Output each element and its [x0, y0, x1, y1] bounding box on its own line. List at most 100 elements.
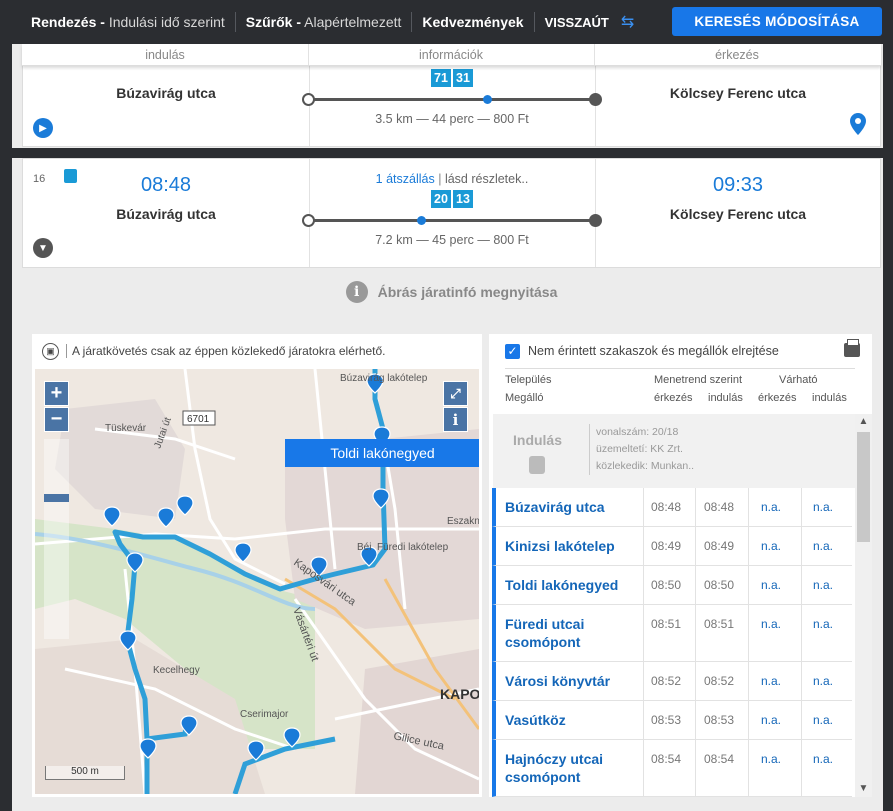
scheduled-arrival: 08:54 — [651, 752, 682, 766]
scheduled-departure: 08:48 — [704, 500, 735, 514]
bus-icon — [529, 456, 545, 474]
route-transfer-dot — [483, 95, 492, 104]
zoom-slider-handle[interactable] — [44, 494, 69, 502]
expected-departure: n.a. — [813, 539, 834, 553]
top-bar: Rendezés - Indulási idő szerint Szűrők -… — [0, 0, 893, 44]
stop-name[interactable]: Kinizsi lakótelep — [505, 537, 615, 555]
sort-control[interactable]: Rendezés - Indulási idő szerint — [31, 14, 225, 30]
stop-row[interactable]: Búzavirág utca 08:48 08:48 n.a. n.a. — [492, 488, 852, 527]
stop-row[interactable]: Hajnóczy utcai csomópont 08:54 08:54 n.a… — [492, 740, 852, 797]
departure-info-row: Indulás vonalszám: 20/18 üzemeltetí: KK … — [493, 414, 855, 488]
route-end-dot — [589, 93, 602, 106]
departure-time: 08:48 — [140, 174, 192, 196]
map-panel: ▣ A járatkövetés csak az éppen közlekedő… — [32, 334, 482, 797]
map-label: Tüskevár — [105, 423, 147, 434]
arrival-stop: Kölcsey Ferenc utca — [669, 206, 807, 222]
results-panel: Búzavirág utca Kölcsey Ferenc utca 71 31 … — [12, 44, 883, 811]
map-label: Cserimajor — [240, 709, 289, 720]
route-line — [313, 98, 591, 101]
line-chips: 71 31 — [309, 69, 595, 87]
stops-scrollbar[interactable]: ▲ ▼ — [855, 414, 872, 797]
route-transfer-dot — [417, 216, 426, 225]
stop-name[interactable]: Búzavirág utca — [505, 498, 605, 516]
route-line — [313, 219, 591, 222]
zoom-in-button[interactable]: + — [44, 381, 69, 406]
line-chip: 71 — [431, 69, 451, 87]
stops-panel: ✓ Nem érintett szakaszok és megállók elr… — [489, 334, 872, 797]
scheduled-departure: 08:51 — [704, 617, 735, 631]
map-scale: 500 m — [45, 766, 125, 780]
scheduled-departure: 08:50 — [704, 578, 735, 592]
checkbox-checked-icon[interactable]: ✓ — [505, 343, 520, 359]
stop-row[interactable]: Városi könyvtár 08:52 08:52 n.a. n.a. — [492, 662, 852, 701]
header-info: információk — [419, 48, 483, 62]
scroll-up-icon[interactable]: ▲ — [855, 414, 872, 430]
stop-row[interactable]: Füredi utcai csomópont 08:51 08:51 n.a. … — [492, 605, 852, 662]
expected-departure: n.a. — [813, 752, 834, 766]
departure-label: Indulás — [513, 432, 563, 448]
transfer-info: 1 átszállás | lásd részletek.. — [375, 172, 529, 186]
return-trip-button[interactable]: VISSZAÚT ⇆ — [545, 12, 635, 32]
fullscreen-icon[interactable]: ⤢ — [443, 381, 468, 406]
scroll-thumb[interactable] — [857, 432, 870, 542]
col-expected: Várható — [779, 374, 818, 386]
expected-departure: n.a. — [813, 578, 834, 592]
transfers-link[interactable]: 1 átszállás — [376, 172, 435, 186]
expected-arrival: n.a. — [761, 713, 782, 727]
stop-name[interactable]: Hajnóczy utcai csomópont — [505, 750, 635, 786]
stop-name[interactable]: Toldi lakónegyed — [505, 576, 618, 594]
filter-control[interactable]: Szűrők - Alapértelmezett — [246, 14, 402, 30]
expected-arrival: n.a. — [761, 500, 782, 514]
route-map[interactable]: Búzavirág lakótelep Jutai út Tüskevár Es… — [35, 369, 479, 794]
scheduled-arrival: 08:50 — [651, 578, 682, 592]
stop-tooltip: Toldi lakónegyed — [285, 439, 479, 467]
scheduled-arrival: 08:51 — [651, 617, 682, 631]
map-label: Béi — [357, 542, 371, 553]
play-icon[interactable]: ▶ — [33, 118, 53, 138]
col-settlement: Település — [505, 374, 552, 386]
col-expected-arrival: érkezés — [758, 392, 797, 404]
stop-name[interactable]: Füredi utcai csomópont — [505, 615, 635, 651]
collapse-icon[interactable]: ▼ — [33, 238, 53, 258]
stop-name[interactable]: Vasútköz — [505, 711, 566, 729]
zoom-out-button[interactable]: − — [44, 407, 69, 432]
scroll-down-icon[interactable]: ▼ — [855, 781, 872, 797]
stop-row[interactable]: Vasútköz 08:53 08:53 n.a. n.a. — [492, 701, 852, 740]
zoom-slider[interactable] — [44, 439, 69, 639]
line-chip: 20 — [431, 190, 451, 208]
road-number-label: 6701 — [187, 414, 210, 425]
map-label: Eszakn — [447, 516, 479, 527]
expected-departure: n.a. — [813, 617, 834, 631]
trip-summary: 3.5 km — 44 perc — 800 Ft — [375, 112, 529, 126]
expected-arrival: n.a. — [761, 578, 782, 592]
map-label: Kecelhegy — [153, 665, 200, 676]
discounts-button[interactable]: Kedvezmények — [422, 14, 523, 30]
stops-list: Indulás vonalszám: 20/18 üzemeltetí: KK … — [489, 414, 855, 797]
map-label: Búzavirág lakótelep — [340, 373, 428, 384]
map-label: Füredi lakótelep — [377, 542, 449, 553]
open-graphical-info-button[interactable]: i Ábrás járatinfó megnyitása — [22, 269, 881, 315]
details-link[interactable]: lásd részletek.. — [445, 172, 528, 186]
line-chip: 31 — [453, 69, 473, 87]
stop-name[interactable]: Városi könyvtár — [505, 672, 610, 690]
hide-unaffected-toggle[interactable]: ✓ Nem érintett szakaszok és megállók elr… — [489, 334, 872, 368]
departure-stop: Búzavirág utca — [116, 85, 216, 101]
result-card-2[interactable]: 16 08:48 Búzavirág utca 09:33 Kölcsey Fe… — [22, 158, 881, 268]
col-arrival: érkezés — [654, 392, 693, 404]
map-label: KAPO — [440, 686, 479, 702]
stop-row[interactable]: Toldi lakónegyed 08:50 08:50 n.a. n.a. — [492, 566, 852, 605]
expected-arrival: n.a. — [761, 752, 782, 766]
bus-icon: ▣ — [42, 342, 59, 360]
line-chips: 20 13 — [309, 190, 595, 208]
scheduled-departure: 08:52 — [704, 674, 735, 688]
swap-icon: ⇆ — [620, 14, 635, 31]
stop-row[interactable]: Kinizsi lakótelep 08:49 08:49 n.a. n.a. — [492, 527, 852, 566]
scheduled-arrival: 08:53 — [651, 713, 682, 727]
print-icon[interactable] — [844, 339, 860, 357]
col-expected-departure: indulás — [812, 392, 847, 404]
map-info-icon[interactable]: i — [443, 407, 468, 432]
modify-search-button[interactable]: KERESÉS MÓDOSÍTÁSA — [672, 7, 882, 36]
results-header: indulás információk érkezés — [22, 44, 881, 66]
col-departure: indulás — [708, 392, 743, 404]
expected-arrival: n.a. — [761, 539, 782, 553]
